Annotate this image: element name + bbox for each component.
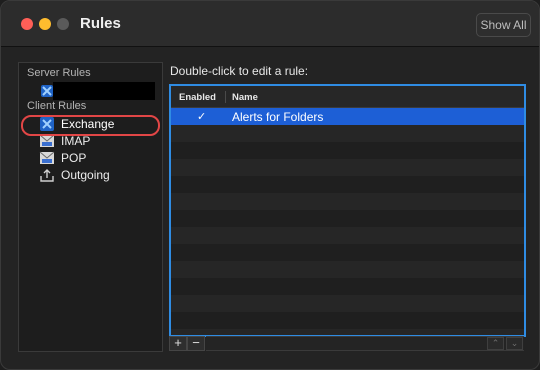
- close-button[interactable]: [21, 18, 33, 30]
- empty-row: [171, 261, 524, 278]
- empty-row: [171, 312, 524, 329]
- empty-row: [171, 278, 524, 295]
- column-divider: [225, 91, 226, 103]
- minimize-button[interactable]: [39, 18, 51, 30]
- instruction-label: Double-click to edit a rule:: [170, 64, 309, 78]
- enabled-checkmark-icon[interactable]: ✓: [197, 110, 206, 123]
- empty-row: [171, 176, 524, 193]
- sidebar-item-label: Outgoing: [61, 168, 110, 182]
- move-down-button[interactable]: ⌄: [506, 337, 523, 350]
- window-title: Rules: [80, 15, 121, 32]
- empty-row: [171, 125, 524, 142]
- move-up-button[interactable]: ⌃: [487, 337, 504, 350]
- sidebar-item-outgoing[interactable]: Outgoing: [19, 167, 162, 184]
- empty-row: [171, 210, 524, 227]
- column-header-name[interactable]: Name: [232, 92, 258, 103]
- highlight-annotation: [21, 115, 160, 136]
- add-rule-button[interactable]: +: [169, 336, 187, 351]
- accounts-sidebar: Server Rules Client Rules Exchange IMAP: [18, 62, 163, 352]
- redacted-account-name: [53, 82, 155, 100]
- sidebar-item-pop[interactable]: POP: [19, 150, 162, 167]
- remove-rule-button[interactable]: −: [187, 336, 205, 351]
- rule-name: Alerts for Folders: [232, 110, 324, 124]
- exchange-icon: [41, 85, 53, 97]
- empty-row: [171, 244, 524, 261]
- column-header-enabled[interactable]: Enabled: [179, 92, 216, 103]
- sidebar-item-label: POP: [61, 151, 87, 165]
- client-rules-header: Client Rules: [27, 100, 87, 112]
- server-rules-header: Server Rules: [27, 67, 91, 79]
- table-row[interactable]: ✓ Alerts for Folders: [171, 108, 524, 125]
- show-all-button[interactable]: Show All: [476, 13, 531, 37]
- empty-row: [171, 159, 524, 176]
- pop-envelope-icon: [39, 151, 55, 164]
- empty-row: [171, 227, 524, 244]
- server-rules-item[interactable]: [25, 82, 155, 100]
- title-bar: Rules Show All: [1, 1, 539, 47]
- outgoing-tray-icon: [40, 169, 54, 182]
- sidebar-item-label: IMAP: [61, 134, 91, 148]
- zoom-button[interactable]: [57, 18, 69, 30]
- button-bar-fill: [206, 336, 524, 351]
- empty-row: [171, 142, 524, 159]
- rules-window: Rules Show All Server Rules Client Rules…: [0, 0, 540, 370]
- rules-table[interactable]: Enabled Name ✓ Alerts for Folders: [169, 84, 526, 337]
- table-header: Enabled Name: [171, 86, 524, 108]
- empty-row: [171, 193, 524, 210]
- imap-envelope-icon: [39, 134, 55, 147]
- empty-row: [171, 295, 524, 312]
